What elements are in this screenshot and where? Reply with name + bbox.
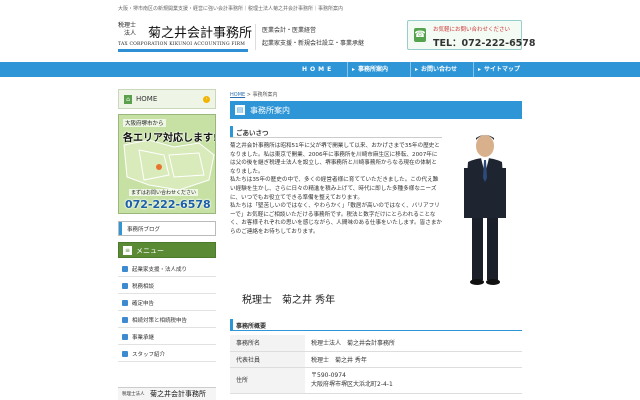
logo-mark: 税理士 法人 [118, 22, 148, 40]
nav-item-sitemap[interactable]: ▸ サイトマップ [473, 62, 533, 77]
representative-signature: 税理士 菊之井 秀年 [242, 295, 336, 306]
top-seo-text: 大阪・堺市南区の新規開業支援・経営に強い会計事務所｜税理士法人菊之井会計事務所｜… [118, 6, 344, 12]
page-title-bar: ▤ 事務所案内 [230, 101, 522, 119]
area-banner[interactable]: 大阪府堺市から 各エリア対応します! まずはお問い合わせください 072-222… [118, 114, 216, 214]
sidebar-home-link[interactable]: ⌂ HOME › [118, 89, 216, 109]
nav-item-contact-label: お問い合わせ [421, 66, 458, 73]
nav-home[interactable]: HOME [254, 62, 347, 77]
greeting-body: 菊之井会計事務所は昭和51年に父が堺で開業して以来、おかげさまで35年の歴史とな… [230, 143, 443, 235]
sidebar-item-label: 事業承継 [132, 335, 155, 341]
table-row: 事務所名 税理士法人 菊之井会計事務所 [230, 335, 522, 352]
header: 税理士 法人 菊之井会計事務所 TAX CORPORATION KIKUNOI … [0, 16, 640, 60]
sidebar-item-inheritance[interactable]: 相続対策と相続税申告 [118, 311, 216, 328]
main-content: ▤ 事務所案内 ごあいさつ 菊之井会計事務所は昭和51年に父が堺で開業して以来、… [230, 101, 522, 400]
sidebar-item-label: スタッフ紹介 [132, 352, 166, 358]
sidebar-item-startup[interactable]: 起業家支援・法人成り [118, 260, 216, 277]
sidebar-item-tax-return[interactable]: 確定申告 [118, 294, 216, 311]
document-icon: ▤ [235, 105, 245, 115]
header-tagline: 医業会計・医業経営 起業家支援・新規会社設立・事業承継 [255, 24, 364, 50]
table-key: 代表社員 [230, 351, 305, 368]
sidebar-item-staff[interactable]: スタッフ紹介 [118, 345, 216, 362]
table-key: 事務所名 [230, 335, 305, 352]
banner-text-1: 大阪府堺市から [123, 119, 166, 127]
greeting-accent-bar [230, 126, 233, 137]
arrow-right-icon: ▸ [478, 66, 482, 73]
bullet-icon [122, 351, 128, 357]
menu-icon: ≡ [123, 246, 132, 255]
office-overview-table: 事務所名 税理士法人 菊之井会計事務所 代表社員 税理士 菊之井 秀年 住所 〒… [230, 335, 522, 394]
sidebar-footer-logo: 税理士法人 菊之井会計事務所 [118, 387, 216, 400]
table-value: 税理士 菊之井 秀年 [305, 351, 522, 368]
breadcrumb: HOME > 事務所案内 [230, 91, 278, 98]
bullet-icon [122, 266, 128, 272]
arrow-right-icon: ▸ [352, 66, 356, 73]
logo-name: 菊之井会計事務所 [148, 26, 253, 41]
table-value: 〒590-0974 大阪府堺市堺区大浜北町2-4-1 [305, 367, 522, 394]
sidebar: ⌂ HOME › 大阪府堺市から 各エリア対応します! まずはお問い合わせくださ… [118, 89, 218, 400]
banner-tel: 072-222-6578 [125, 198, 211, 211]
global-nav: HOME ▸ 事務所案内 ▸ お問い合わせ ▸ サイトマップ [0, 62, 640, 77]
office-title: 事務所概要 [236, 323, 267, 330]
arrow-circle-icon: › [203, 96, 210, 103]
sidebar-item-label: 税務相談 [132, 284, 155, 290]
bullet-icon [122, 283, 128, 289]
top-strip: 大阪・堺市南区の新規開業支援・経営に強い会計事務所｜税理士法人菊之井会計事務所｜… [0, 0, 640, 16]
sidebar-footer-mark: 税理士法人 [122, 392, 145, 397]
page-title: 事務所案内 [250, 106, 290, 115]
bullet-icon [122, 334, 128, 340]
sidebar-blog-link[interactable]: 事務所ブログ [118, 221, 216, 236]
office-overview-heading: 事務所概要 [230, 319, 522, 331]
logo-mark-line2: 法人 [124, 30, 137, 37]
table-row: 住所 〒590-0974 大阪府堺市堺区大浜北町2-4-1 [230, 367, 522, 394]
nav-item-office[interactable]: ▸ 事務所案内 [347, 62, 410, 77]
sidebar-item-tax-consult[interactable]: 税務相談 [118, 277, 216, 294]
phone-icon: ☎ [414, 28, 426, 42]
arrow-right-icon: ▸ [415, 66, 419, 73]
breadcrumb-current: 事務所案内 [252, 92, 278, 98]
menu-title: メニュー [136, 247, 164, 255]
nav-item-office-label: 事務所案内 [358, 66, 389, 73]
bullet-icon [122, 317, 128, 323]
greeting-heading: ごあいさつ [230, 126, 442, 138]
contact-tel: TEL：072-222-6578 [433, 38, 536, 49]
map-illustration [123, 139, 215, 191]
sidebar-menu-list: 起業家支援・法人成り 税務相談 確定申告 相続対策と相続税申告 事業承継 スタッ… [118, 260, 216, 362]
office-accent-bar [230, 319, 233, 330]
logo-underline [118, 49, 248, 52]
table-key: 住所 [230, 367, 305, 394]
banner-text-2: 各エリア対応します! [123, 133, 216, 144]
home-icon: ⌂ [124, 95, 132, 104]
blog-label: 事務所ブログ [127, 227, 161, 233]
site-logo[interactable]: 税理士 法人 菊之井会計事務所 TAX CORPORATION KIKUNOI … [118, 22, 252, 56]
blog-accent-bar [119, 222, 122, 235]
address-postal: 〒590-0974 [311, 372, 346, 379]
breadcrumb-home[interactable]: HOME [230, 92, 245, 98]
bullet-icon [122, 300, 128, 306]
banner-text-3: まずはお問い合わせください [129, 189, 199, 196]
tagline-line2: 起業家支援・新規会社設立・事業承継 [262, 40, 365, 47]
nav-item-contact[interactable]: ▸ お問い合わせ [410, 62, 473, 77]
sidebar-item-succession[interactable]: 事業承継 [118, 328, 216, 345]
header-contact-box[interactable]: ☎ お気軽にお問い合わせください TEL：072-222-6578 [407, 20, 536, 50]
sidebar-menu-header: ≡ メニュー [118, 242, 216, 258]
tagline-line1: 医業会計・医業経営 [262, 27, 317, 34]
sidebar-item-label: 起業家支援・法人成り [132, 267, 188, 273]
table-row: 代表社員 税理士 菊之井 秀年 [230, 351, 522, 368]
sidebar-item-label: 確定申告 [132, 301, 155, 307]
address-line: 大阪府堺市堺区大浜北町2-4-1 [311, 381, 393, 388]
sidebar-footer-name: 菊之井会計事務所 [150, 390, 206, 398]
contact-label: お気軽にお問い合わせください [433, 27, 511, 33]
sidebar-item-label: 相続対策と相続税申告 [132, 318, 188, 324]
greeting-title: ごあいさつ [236, 129, 269, 137]
table-value: 税理士法人 菊之井会計事務所 [305, 335, 522, 352]
sidebar-home-label: HOME [136, 95, 158, 103]
logo-subtitle: TAX CORPORATION KIKUNOI ACCOUNTING FIRM [118, 42, 246, 47]
logo-mark-line1: 税理士 [118, 22, 137, 29]
representative-photo [464, 135, 506, 285]
nav-item-sitemap-label: サイトマップ [484, 66, 521, 73]
breadcrumb-sep: > [245, 92, 253, 98]
